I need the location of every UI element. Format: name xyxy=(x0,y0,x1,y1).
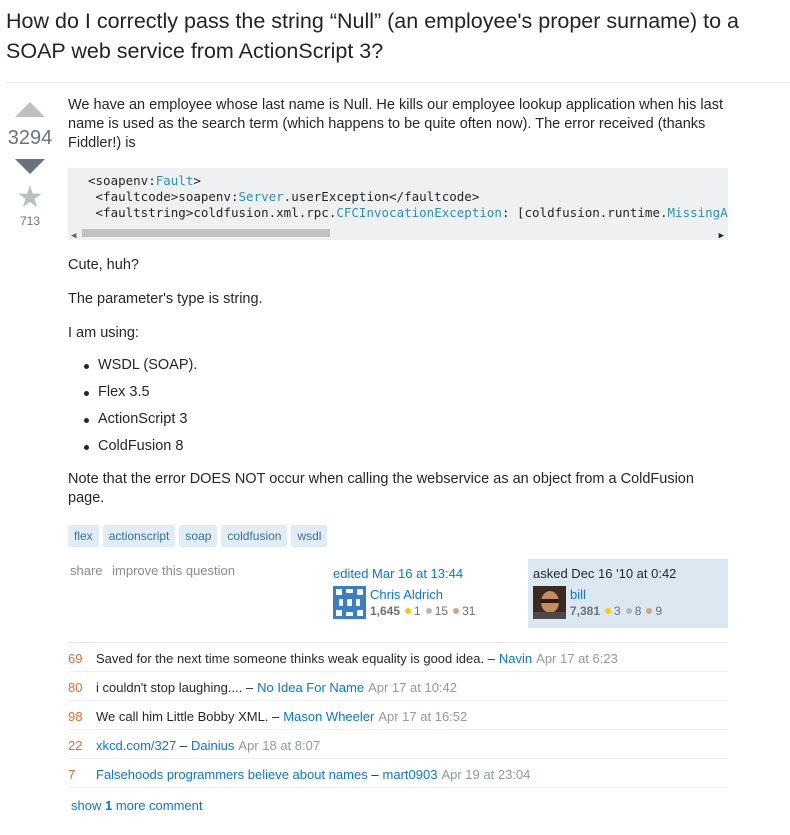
vote-up-icon[interactable] xyxy=(15,102,45,117)
code-content: <soapenv:Fault> <faultcode>soapenv:Serve… xyxy=(68,168,728,221)
question-intro: We have an employee whose last name is N… xyxy=(68,97,723,151)
paragraph-type: The parameter's type is string. xyxy=(68,291,263,307)
comment-score: 80 xyxy=(68,680,83,695)
vote-down-icon[interactable] xyxy=(15,159,45,174)
post-menu: share improve this question xyxy=(70,563,241,578)
tag-wsdl[interactable]: wsdl xyxy=(291,525,328,547)
comment-date[interactable]: Apr 17 at 6:23 xyxy=(536,651,618,666)
tag-coldfusion[interactable]: coldfusion xyxy=(221,525,288,547)
comment-user-link[interactable]: mart0903 xyxy=(383,767,438,782)
comment-date[interactable]: Apr 17 at 16:52 xyxy=(378,709,467,724)
owner-avatar[interactable] xyxy=(533,586,566,619)
editor-user: Chris Aldrich 1,645 1 15 31 xyxy=(333,586,523,620)
comment-text: – xyxy=(367,767,379,782)
tag-actionscript[interactable]: actionscript xyxy=(102,525,176,547)
comment-user-link[interactable]: Navin xyxy=(499,651,532,666)
code-block: <soapenv:Fault> <faultcode>soapenv:Serve… xyxy=(68,168,728,240)
silver-badge-icon xyxy=(625,608,632,614)
gold-badge-icon xyxy=(405,608,412,614)
comment-text: i couldn't stop laughing.... – xyxy=(96,680,254,695)
vote-count: 3294 xyxy=(7,127,53,149)
editor-card: edited Mar 16 at 13:44 Chris Aldrich 1,6… xyxy=(333,566,523,619)
comment-date[interactable]: Apr 18 at 8:07 xyxy=(238,738,320,753)
tag-list: flex actionscript soap coldfusion wsdl xyxy=(68,525,331,547)
comment-link[interactable]: Falsehoods programmers believe about nam… xyxy=(96,767,368,782)
gold-badge-icon xyxy=(605,608,612,614)
scroll-left-icon[interactable]: ◀ xyxy=(71,228,76,240)
list-item: ActionScript 3 xyxy=(68,410,197,437)
code-line-2: <faultcode>soapenv:Server.userException<… xyxy=(88,189,480,204)
asked-time: asked Dec 16 '10 at 0:42 xyxy=(533,566,677,581)
comment-user-link[interactable]: Dainius xyxy=(191,738,234,753)
comment: 7 Falsehoods programmers believe about n… xyxy=(68,759,728,788)
scroll-right-icon[interactable]: ▶ xyxy=(719,228,724,240)
comment-score: 22 xyxy=(68,738,83,753)
owner-user: bill 7,381 3 8 9 xyxy=(533,586,723,620)
code-line-1: <soapenv:Fault> xyxy=(88,173,201,188)
comment-text: Saved for the next time someone thinks w… xyxy=(96,651,495,666)
bronze-badge-icon xyxy=(646,608,653,614)
improve-link[interactable]: improve this question xyxy=(112,563,235,578)
editor-name-link[interactable]: Chris Aldrich xyxy=(370,587,443,602)
comment-text: – xyxy=(176,738,188,753)
comment-score: 7 xyxy=(68,767,76,782)
favorite-count: 713 xyxy=(19,214,41,228)
bronze-badge-icon xyxy=(453,608,460,614)
share-link[interactable]: share xyxy=(70,563,103,578)
code-scrollbar[interactable]: ◀ ▶ xyxy=(68,226,728,240)
comment-date[interactable]: Apr 17 at 10:42 xyxy=(368,680,457,695)
comment: 69 Saved for the next time someone think… xyxy=(68,643,728,672)
owner-reputation: 7,381 3 8 9 xyxy=(570,604,663,618)
vote-cell: 3294 ★ 713 xyxy=(0,96,60,228)
silver-badge-icon xyxy=(425,608,432,614)
owner-name-link[interactable]: bill xyxy=(570,587,586,602)
paragraph-note: Note that the error DOES NOT occur when … xyxy=(68,471,694,506)
edited-time-link[interactable]: edited Mar 16 at 13:44 xyxy=(333,566,523,581)
comment-date[interactable]: Apr 19 at 23:04 xyxy=(441,767,530,782)
tag-flex[interactable]: flex xyxy=(68,525,99,547)
list-item: Flex 3.5 xyxy=(68,383,197,410)
comment-score: 69 xyxy=(68,651,83,666)
using-list: WSDL (SOAP). Flex 3.5 ActionScript 3 Col… xyxy=(68,356,197,464)
comment: 22 xkcd.com/327 – Dainius Apr 18 at 8:07 xyxy=(68,730,728,759)
owner-card: asked Dec 16 '10 at 0:42 bill 7,381 3 8 9 xyxy=(528,559,728,628)
comment-user-link[interactable]: Mason Wheeler xyxy=(283,709,374,724)
comment: 98 We call him Little Bobby XML. – Mason … xyxy=(68,701,728,730)
favorite-star-icon[interactable]: ★ xyxy=(0,182,60,214)
code-line-3: <faultstring>coldfusion.xml.rpc.CFCInvoc… xyxy=(88,205,728,220)
comment-link[interactable]: xkcd.com/327 xyxy=(96,738,176,753)
comment-score: 98 xyxy=(68,709,83,724)
list-item: ColdFusion 8 xyxy=(68,437,197,464)
title-divider xyxy=(6,82,790,83)
question-title[interactable]: How do I correctly pass the string “Null… xyxy=(6,6,786,66)
comment: 80 i couldn't stop laughing.... – No Idea… xyxy=(68,672,728,701)
paragraph-cute: Cute, huh? xyxy=(68,257,139,273)
comment-text: We call him Little Bobby XML. – xyxy=(96,709,280,724)
comment-list: 69 Saved for the next time someone think… xyxy=(68,642,728,788)
list-item: WSDL (SOAP). xyxy=(68,356,197,383)
editor-avatar[interactable] xyxy=(333,586,366,619)
show-more-comments-link[interactable]: show 1 more comment xyxy=(71,798,203,813)
editor-reputation: 1,645 1 15 31 xyxy=(370,604,476,618)
comment-user-link[interactable]: No Idea For Name xyxy=(257,680,364,695)
scroll-thumb[interactable] xyxy=(82,229,330,237)
tag-soap[interactable]: soap xyxy=(179,525,218,547)
paragraph-using: I am using: xyxy=(68,325,139,341)
